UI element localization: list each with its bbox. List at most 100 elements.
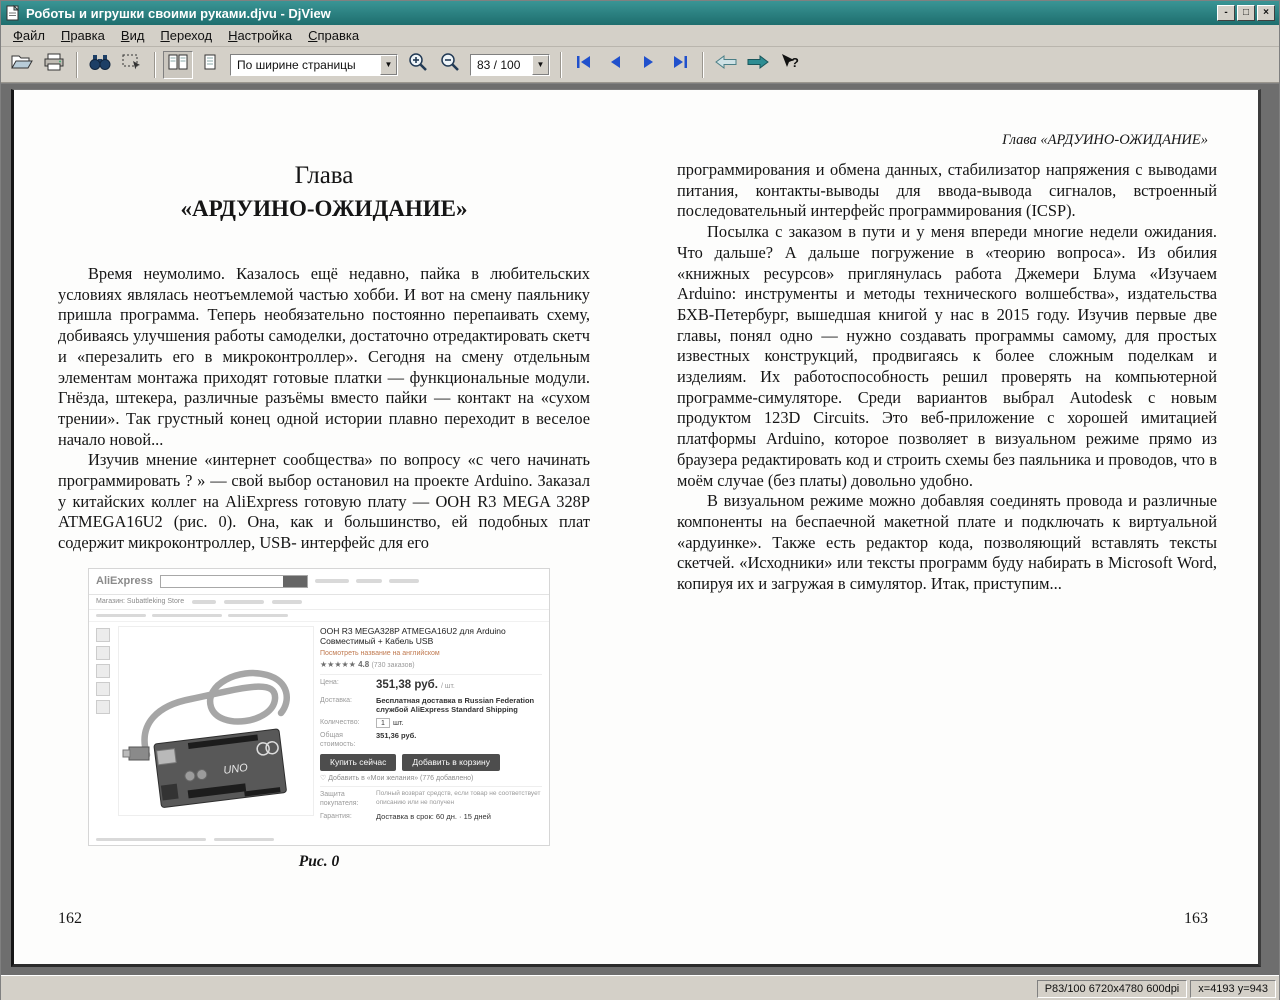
- action-buttons: Купить сейчас Добавить в корзину: [320, 754, 542, 771]
- aliexpress-screenshot-figure: AliExpress Магазин: Subattleking Store: [88, 568, 550, 846]
- last-page-button[interactable]: [665, 51, 695, 79]
- buy-now-button: Купить сейчас: [320, 754, 396, 771]
- zoom-mode-select[interactable]: По ширине страницы ▼: [230, 54, 398, 76]
- body-paragraph: программирования и обмена данных, стабил…: [677, 160, 1217, 222]
- selection-rectangle-icon: [122, 54, 142, 75]
- shipping-label: Доставка:: [320, 696, 376, 716]
- total-label: Общая стоимость:: [320, 731, 376, 749]
- previous-page-icon: [609, 55, 623, 74]
- print-button[interactable]: [39, 51, 69, 79]
- related-thumbnails: [96, 626, 112, 822]
- running-header: Глава «АРДУИНО-ОЖИДАНИЕ»: [1002, 132, 1208, 149]
- thumbnail: [96, 628, 110, 642]
- first-page-icon: [575, 55, 593, 74]
- guarantee-value: Доставка в срок: 60 дн. · 15 дней: [376, 812, 491, 822]
- toolbar-separator: [702, 52, 704, 78]
- quantity-row: Количество: 1шт.: [320, 718, 542, 728]
- store-name: Магазин: Subattleking Store: [96, 598, 184, 605]
- first-page-button[interactable]: [569, 51, 599, 79]
- aliexpress-header: AliExpress: [89, 569, 549, 595]
- chevron-down-icon[interactable]: ▼: [380, 55, 397, 75]
- close-button[interactable]: ×: [1257, 5, 1275, 21]
- product-section: UNO OOH R3 MEGA328P ATMEGA16U2 для Ardui…: [89, 622, 549, 822]
- add-to-cart-button: Добавить в корзину: [402, 754, 500, 771]
- thumbnail: [96, 700, 110, 714]
- price-value: 351,38 руб.: [376, 679, 438, 691]
- buyer-protection-text: Полный возврат средств, если товар не со…: [376, 790, 542, 808]
- maximize-button[interactable]: □: [1237, 5, 1255, 21]
- body-paragraph: В визуальном режиме можно добавляя соеди…: [677, 491, 1217, 595]
- minimize-button[interactable]: -: [1217, 5, 1235, 21]
- chevron-down-icon[interactable]: ▼: [532, 55, 549, 75]
- crumb-placeholder: [228, 614, 288, 617]
- book-spread: Глава «АРДУИНО-ОЖИДАНИЕ» Глава «АРДУИНО-…: [11, 89, 1261, 967]
- previous-page-button[interactable]: [601, 51, 631, 79]
- body-paragraph: Посылка с заказом в пути и у меня вперед…: [677, 222, 1217, 491]
- context-help-button[interactable]: ?: [775, 51, 805, 79]
- search-button-icon: [283, 576, 307, 587]
- zoom-in-button[interactable]: [403, 51, 433, 79]
- facing-pages-layout-button[interactable]: [163, 51, 193, 79]
- binoculars-icon: [89, 54, 111, 75]
- zoom-mode-value: По ширине страницы: [231, 58, 380, 72]
- thumbnail: [96, 664, 110, 678]
- crumb-placeholder: [96, 614, 146, 617]
- page-number-select[interactable]: 83 / 100 ▼: [470, 54, 550, 76]
- forward-arrow-icon: [747, 55, 769, 74]
- menu-bar: Файл Правка Вид Переход Настройка Справк…: [1, 25, 1279, 47]
- product-details: OOH R3 MEGA328P ATMEGA16U2 для Arduino С…: [320, 626, 542, 822]
- quantity-input: 1: [376, 718, 390, 728]
- arduino-board-photo: UNO: [119, 627, 313, 815]
- open-document-button[interactable]: [7, 51, 37, 79]
- buyer-protection-label: Защита покупателя:: [320, 790, 376, 808]
- header-placeholder: [315, 579, 349, 583]
- breadcrumb: [89, 610, 549, 622]
- zoom-out-button[interactable]: [435, 51, 465, 79]
- guarantee-row: Гарантия: Доставка в срок: 60 дн. · 15 д…: [320, 812, 542, 822]
- total-value: 351,36 руб.: [376, 731, 416, 749]
- nav-placeholder: [224, 600, 264, 604]
- menu-go[interactable]: Переход: [152, 26, 220, 45]
- quantity-label: Количество:: [320, 718, 376, 728]
- price-label: Цена:: [320, 678, 376, 693]
- history-back-button[interactable]: [711, 51, 741, 79]
- price-unit: / шт.: [441, 683, 455, 690]
- stars-icon: ★★★★★: [320, 660, 356, 669]
- menu-edit[interactable]: Правка: [53, 26, 113, 45]
- chapter-title-name: «АРДУИНО-ОЖИДАНИЕ»: [58, 196, 590, 222]
- protection-row: Защита покупателя: Полный возврат средст…: [320, 790, 542, 808]
- nav-placeholder: [272, 600, 302, 604]
- history-forward-button[interactable]: [743, 51, 773, 79]
- price-row: Цена: 351,38 руб./ шт.: [320, 678, 542, 693]
- thumbnail: [96, 646, 110, 660]
- menu-file[interactable]: Файл: [5, 26, 53, 45]
- toolbar-separator: [560, 52, 562, 78]
- page-number-right: 163: [1184, 910, 1208, 928]
- menu-settings[interactable]: Настройка: [220, 26, 300, 45]
- figure-caption: Рис. 0: [88, 853, 550, 871]
- product-photo: UNO: [118, 626, 314, 816]
- guarantee-label: Гарантия:: [320, 812, 376, 822]
- zoom-out-icon: [440, 52, 460, 77]
- header-placeholder: [389, 579, 419, 583]
- next-page-button[interactable]: [633, 51, 663, 79]
- footer-placeholder: [96, 838, 206, 841]
- menu-help[interactable]: Справка: [300, 26, 367, 45]
- select-mode-button[interactable]: [117, 51, 147, 79]
- status-bar: P83/100 6720x4780 600dpi x=4193 y=943: [1, 975, 1279, 1000]
- title-bar[interactable]: Роботы и игрушки своими руками.djvu - Dj…: [1, 1, 1279, 25]
- help-cursor-icon: ?: [780, 53, 800, 76]
- printer-icon: [43, 53, 65, 76]
- right-page: программирования и обмена данных, стабил…: [677, 160, 1217, 595]
- wishlist-link: ♡ Добавить в «Мои желания» (776 добавлен…: [320, 774, 542, 787]
- find-button[interactable]: [85, 51, 115, 79]
- toolbar: По ширине страницы ▼ 83 / 100 ▼ ?: [1, 47, 1279, 83]
- crumb-placeholder: [152, 614, 222, 617]
- left-page: Глава «АРДУИНО-ОЖИДАНИЕ» Время неумолимо…: [58, 162, 590, 871]
- aliexpress-logo: AliExpress: [96, 575, 153, 587]
- menu-view[interactable]: Вид: [113, 26, 153, 45]
- document-view[interactable]: Глава «АРДУИНО-ОЖИДАНИЕ» Глава «АРДУИНО-…: [1, 83, 1279, 975]
- shipping-row: Доставка: Бесплатная доставка в Russian …: [320, 696, 542, 716]
- next-page-icon: [641, 55, 655, 74]
- single-page-layout-button[interactable]: [195, 51, 225, 79]
